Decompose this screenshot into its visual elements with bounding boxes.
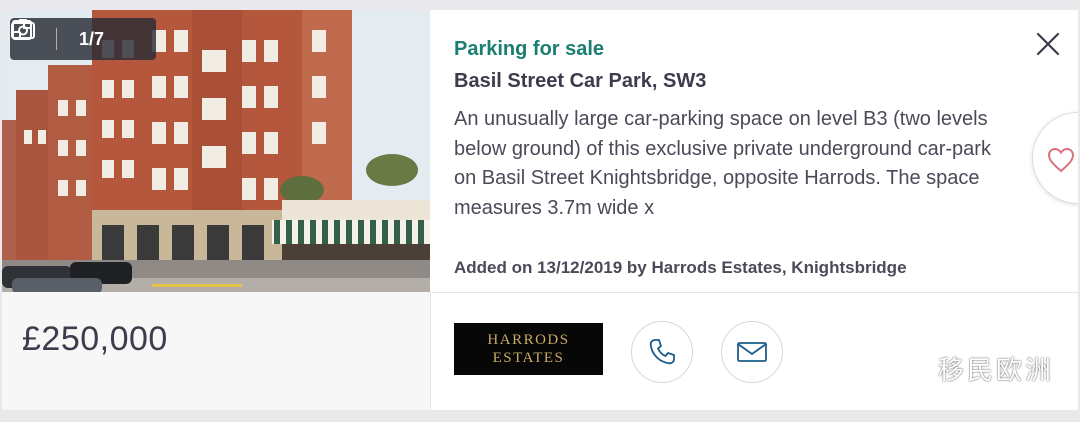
watermark: 移民欧洲 bbox=[890, 350, 1054, 387]
photo-counter: 1/7 bbox=[79, 28, 105, 49]
property-photo[interactable]: 1/7 bbox=[2, 10, 430, 292]
description-fade bbox=[924, 194, 1014, 224]
section-divider bbox=[430, 292, 1078, 293]
photo-badge: 1/7 bbox=[10, 18, 156, 60]
price: £250,000 bbox=[22, 320, 168, 358]
agent-logo-line2: ESTATES bbox=[492, 350, 565, 366]
save-favourite-button[interactable] bbox=[1032, 112, 1078, 204]
close-button[interactable] bbox=[1032, 28, 1064, 60]
email-agent-button[interactable] bbox=[721, 321, 783, 383]
agent-logo-line1: HARRODS bbox=[487, 332, 570, 348]
listing-type: Parking for sale bbox=[454, 38, 605, 60]
listing-title[interactable]: Basil Street Car Park, SW3 bbox=[454, 70, 706, 93]
email-icon bbox=[737, 342, 767, 362]
gallery-button[interactable]: 1/7 bbox=[11, 19, 105, 50]
agent-logo[interactable]: HARRODS ESTATES bbox=[454, 323, 603, 375]
phone-icon bbox=[649, 339, 675, 365]
call-agent-button[interactable] bbox=[631, 321, 693, 383]
added-on: Added on 13/12/2019 by Harrods Estates, … bbox=[454, 258, 907, 277]
close-icon bbox=[1036, 32, 1060, 56]
camera-icon bbox=[11, 19, 35, 39]
listing-details: Parking for sale Basil Street Car Park, … bbox=[454, 10, 1014, 292]
watermark-text: 移民欧洲 bbox=[938, 355, 1055, 385]
price-section: £250,000 bbox=[2, 292, 431, 410]
heart-icon bbox=[1047, 147, 1075, 173]
wechat-icon bbox=[891, 353, 928, 383]
